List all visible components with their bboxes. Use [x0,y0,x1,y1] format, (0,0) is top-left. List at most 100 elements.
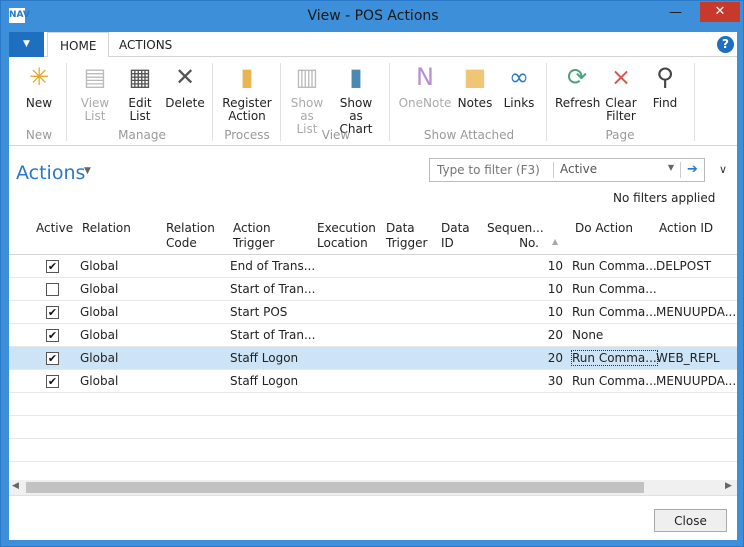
group-manage-label: Manage [118,128,166,142]
sequence-cell[interactable]: 10 [548,305,563,319]
do-action-cell[interactable]: Run Comma... [572,259,657,273]
action-id-cell[interactable]: DELPOST [656,259,711,273]
onenote-button[interactable]: N OneNote [397,61,453,110]
column-header-action-id[interactable]: Action ID [659,221,713,236]
table-row[interactable]: ✔ Global Start POS 10 Run Comma... MENUUPDA..… [9,301,737,324]
column-header-sequence-no[interactable]: Sequen... No. [487,221,544,251]
refresh-icon: ⟳ [566,63,588,91]
action-trigger-cell[interactable]: Start POS [230,305,287,319]
sequence-cell[interactable]: 20 [548,351,563,365]
relation-cell[interactable]: Global [80,305,118,319]
column-header-data-trigger[interactable]: Data Trigger [386,221,430,251]
refresh-button[interactable]: ⟳ Refresh [555,61,600,110]
relation-cell[interactable]: Global [80,259,118,273]
active-checkbox[interactable]: ✔ [46,329,59,342]
column-header-relation[interactable]: Relation [82,221,131,236]
scroll-right-icon[interactable]: ▶ [725,481,732,491]
separator [280,63,281,141]
sequence-cell[interactable]: 10 [548,282,563,296]
active-checkbox[interactable] [46,283,59,296]
sequence-cell[interactable]: 30 [548,374,563,388]
window-close-button[interactable]: ✕ [700,2,740,22]
new-button[interactable]: ✳ New [21,61,57,110]
register-icon: ▮ [240,63,254,91]
chart-icon: ▮ [349,63,363,91]
window: NAV View - POS Actions — ✕ ▼ HOME ACTION… [0,0,744,547]
column-header-active[interactable]: Active [36,221,73,236]
sequence-cell[interactable]: 20 [548,328,563,342]
table-row[interactable]: ✔ Global Staff Logon 20 Run Comma... WEB_REPL [9,347,737,370]
table-row[interactable]: Global Start of Tran... 10 Run Comma... [9,278,737,301]
action-id-cell[interactable]: WEB_REPL [656,351,720,365]
empty-row [9,439,737,462]
separator [212,63,213,141]
group-view-label: View [321,128,351,142]
find-button[interactable]: ⚲ Find [647,61,683,110]
action-trigger-cell[interactable]: Start of Tran... [230,328,315,342]
scrollbar-thumb[interactable] [26,482,644,493]
clear-filter-button[interactable]: ⨯ Clear Filter [603,61,639,123]
separator [694,63,695,141]
filter-box: Active▼ ➔ [429,158,705,182]
show-as-list-button[interactable]: ▥ Show as List [287,61,327,136]
group-new-label: New [25,128,53,142]
do-action-cell[interactable]: Run Comma... [572,282,657,296]
close-button[interactable]: Close [654,509,727,532]
empty-row [9,416,737,439]
binoculars-icon: ⚲ [656,63,674,91]
app-menu-button[interactable]: ▼ [9,32,44,57]
register-action-button[interactable]: ▮ Register Action [219,61,275,123]
delete-icon: ✕ [174,63,196,91]
notes-button[interactable]: ■ Notes [457,61,493,110]
view-list-icon: ▤ [83,63,107,91]
active-checkbox[interactable]: ✔ [46,306,59,319]
column-header-do-action[interactable]: Do Action [575,221,633,236]
show-list-icon: ▥ [295,63,319,91]
dropdown-icon: ▼ [667,163,674,172]
action-trigger-cell[interactable]: End of Trans... [230,259,315,273]
action-trigger-cell[interactable]: Staff Logon [230,351,298,365]
column-header-execution-location[interactable]: Execution Location [317,221,377,251]
action-trigger-cell[interactable]: Start of Tran... [230,282,315,296]
links-button[interactable]: ∞ Links [501,61,537,110]
table-row[interactable]: ✔ Global Staff Logon 30 Run Comma... MENUUPDA… [9,370,737,393]
filter-input[interactable] [430,159,552,181]
column-header-data-id[interactable]: Data ID [441,221,471,251]
relation-cell[interactable]: Global [80,351,118,365]
view-list-button[interactable]: ▤ View List [77,61,113,123]
tab-home[interactable]: HOME [47,32,110,58]
relation-cell[interactable]: Global [80,282,118,296]
action-id-cell[interactable]: MENUUPDA... [656,305,736,319]
active-checkbox[interactable]: ✔ [46,352,59,365]
do-action-cell[interactable]: Run Comma... [571,350,658,366]
do-action-cell[interactable]: Run Comma... [572,305,657,319]
page-title[interactable]: Actions [16,162,85,184]
column-header-action-trigger[interactable]: Action Trigger [233,221,283,251]
table-row[interactable]: ✔ Global End of Trans... 10 Run Comma... DELP… [9,255,737,278]
do-action-cell[interactable]: Run Comma... [572,374,657,388]
show-as-chart-button[interactable]: ▮ Show as Chart [331,61,381,136]
action-id-cell[interactable]: MENUUPDA... [656,374,736,388]
active-checkbox[interactable]: ✔ [46,260,59,273]
filter-field-select[interactable]: Active ▼ [553,162,680,178]
relation-cell[interactable]: Global [80,328,118,342]
ribbon-tabs: ▼ HOME ACTIONS ? [9,32,737,58]
active-checkbox[interactable]: ✔ [46,375,59,388]
expand-chevron-icon[interactable]: ∨ [719,163,727,176]
scroll-left-icon[interactable]: ◀ [12,481,19,491]
apply-filter-arrow-icon[interactable]: ➔ [680,162,704,178]
relation-cell[interactable]: Global [80,374,118,388]
links-icon: ∞ [509,63,529,91]
do-action-cell[interactable]: None [572,328,603,342]
minimize-button[interactable]: — [669,5,682,20]
sequence-cell[interactable]: 10 [548,259,563,273]
table-row[interactable]: ✔ Global Start of Tran... 20 None [9,324,737,347]
delete-button[interactable]: ✕ Delete [164,61,206,110]
tab-actions[interactable]: ACTIONS [107,32,184,58]
action-trigger-cell[interactable]: Staff Logon [230,374,298,388]
horizontal-scrollbar[interactable]: ◀ ▶ [9,480,737,495]
column-header-relation-code[interactable]: Relation Code [166,221,216,251]
help-icon[interactable]: ? [717,36,734,53]
edit-list-button[interactable]: ▦ Edit List [122,61,158,123]
chevron-down-icon[interactable]: ▼ [84,166,91,176]
